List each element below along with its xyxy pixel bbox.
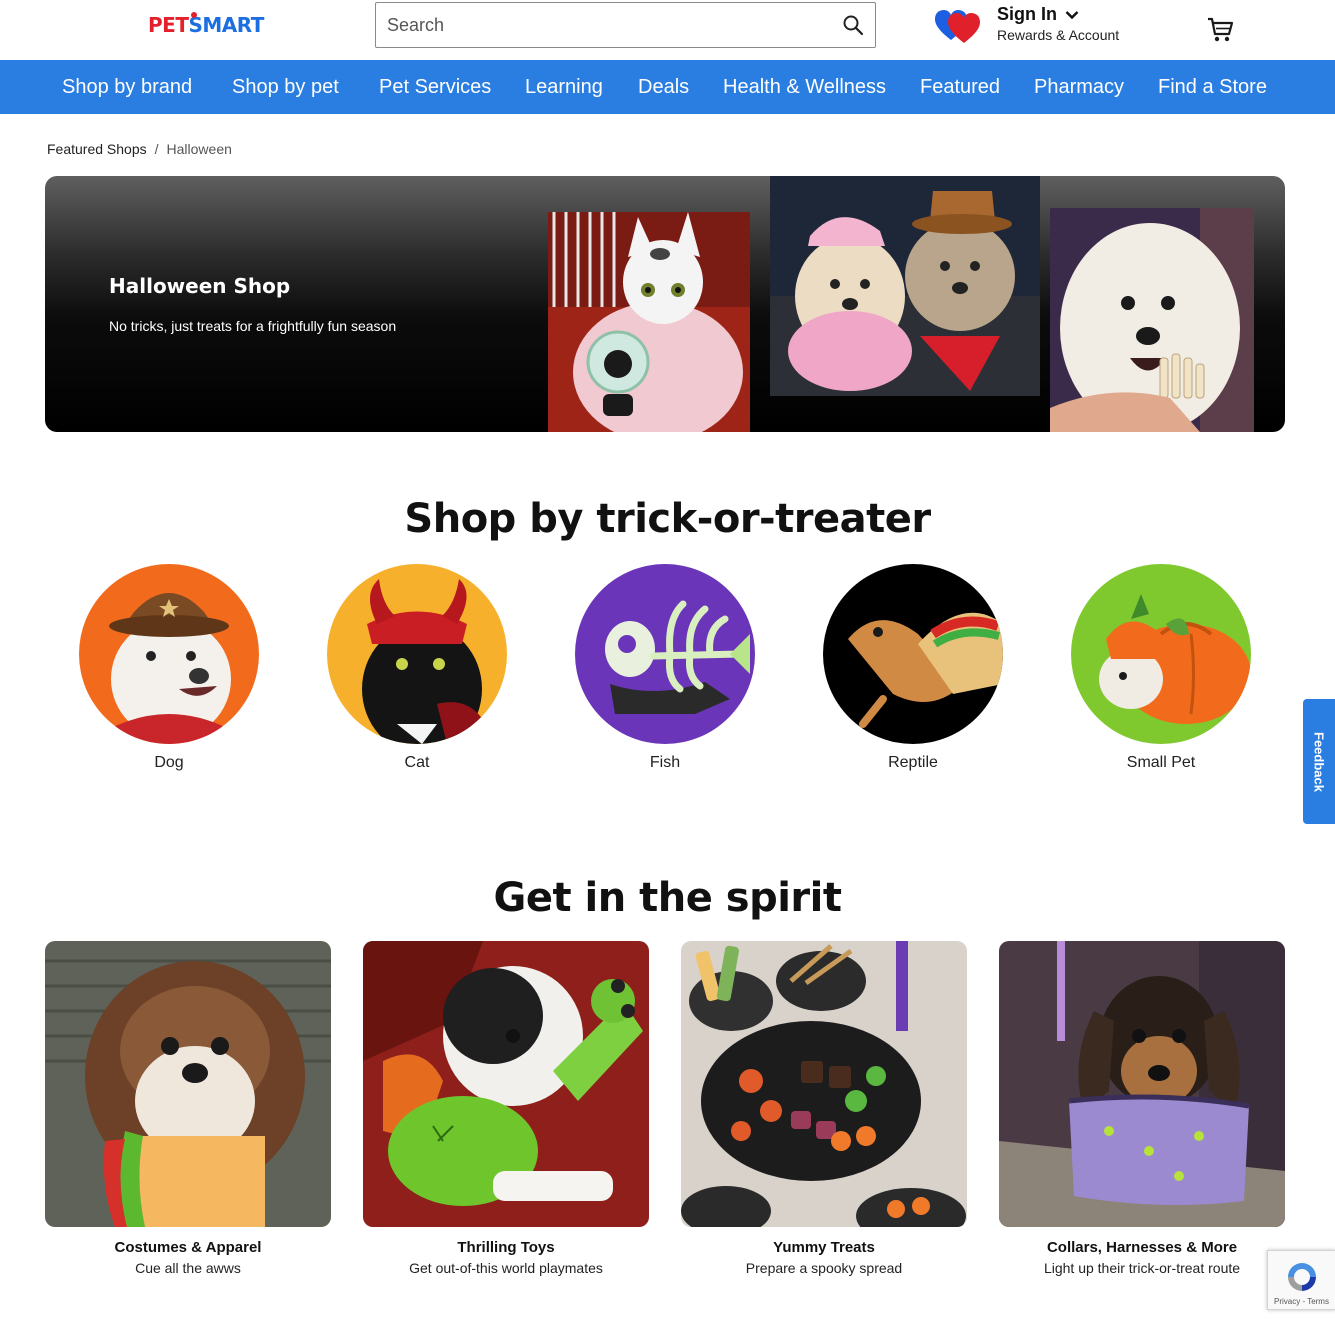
search-bar	[375, 2, 876, 48]
feedback-label: Feedback	[1311, 731, 1327, 792]
nav-item-learning[interactable]: Learning	[525, 60, 603, 114]
spirit-card-collars[interactable]: Collars, Harnesses & More Light up their…	[999, 941, 1285, 1276]
sign-in-label: Sign In	[997, 4, 1057, 24]
recaptcha-badge[interactable]: Privacy - Terms	[1267, 1250, 1335, 1310]
logo-text-pet: PET	[148, 13, 189, 37]
nav-item-shop-by-pet[interactable]: Shop by pet	[232, 60, 339, 114]
card-title-treats: Yummy Treats	[773, 1239, 875, 1256]
search-input[interactable]	[376, 3, 831, 47]
spirit-card-toys[interactable]: Thrilling Toys Get out-of-this world pla…	[363, 941, 649, 1276]
site-header: PETSMART Sign In Rewards & Account	[0, 0, 1335, 60]
logo-text-smart: SMART	[188, 13, 264, 37]
pet-image-cat	[327, 564, 507, 744]
costumes-photo	[45, 941, 331, 1227]
pet-image-reptile	[823, 564, 1003, 744]
pet-label-cat: Cat	[404, 754, 430, 771]
recaptcha-icon	[1288, 1263, 1316, 1291]
hero-cowboy-dogs-photo	[770, 176, 1040, 396]
search-button[interactable]	[831, 3, 875, 47]
hero-title: Halloween Shop	[109, 274, 291, 298]
hero-cat-photo	[548, 212, 750, 432]
pet-image-dog	[79, 564, 259, 744]
nav-item-deals[interactable]: Deals	[638, 60, 689, 114]
recaptcha-links[interactable]: Privacy - Terms	[1274, 1297, 1329, 1306]
spirit-card-treats[interactable]: Yummy Treats Prepare a spooky spread	[681, 941, 967, 1276]
hero-banner: Halloween Shop No tricks, just treats fo…	[45, 176, 1285, 432]
card-subtitle-treats: Prepare a spooky spread	[745, 1260, 903, 1276]
feedback-tab[interactable]: Feedback	[1303, 699, 1335, 824]
card-title-toys: Thrilling Toys	[457, 1239, 555, 1256]
pet-tile-reptile[interactable]: Reptile	[823, 564, 1003, 772]
spirit-section-title: Get in the spirit	[493, 875, 842, 921]
pet-image-small-pet	[1071, 564, 1251, 744]
nav-item-pharmacy[interactable]: Pharmacy	[1034, 60, 1124, 114]
pet-tile-cat[interactable]: Cat	[327, 564, 507, 772]
collars-photo	[999, 941, 1285, 1227]
card-subtitle-costumes: Cue all the awws	[135, 1260, 241, 1276]
sign-in-menu[interactable]: Sign In Rewards & Account	[997, 4, 1119, 43]
breadcrumb-current: Halloween	[166, 141, 232, 157]
card-title-costumes: Costumes & Apparel	[114, 1239, 262, 1256]
pet-label-small-pet: Small Pet	[1126, 754, 1196, 771]
hearts-icon	[935, 10, 980, 43]
petsmart-logo[interactable]: PET SMART	[148, 10, 264, 40]
pet-image-fish	[575, 564, 755, 744]
nav-item-shop-by-brand[interactable]: Shop by brand	[62, 60, 192, 114]
logo-dot-icon	[191, 12, 197, 18]
pet-tile-fish[interactable]: Fish	[575, 564, 755, 772]
nav-item-find-a-store[interactable]: Find a Store	[1158, 60, 1267, 114]
breadcrumb-featured-shops[interactable]: Featured Shops	[47, 141, 147, 157]
search-icon	[843, 15, 864, 36]
toys-photo	[363, 941, 649, 1227]
rewards-account-label: Rewards & Account	[997, 27, 1120, 43]
nav-item-pet-services[interactable]: Pet Services	[379, 60, 491, 114]
pet-tile-small-pet[interactable]: Small Pet	[1071, 564, 1251, 772]
card-title-collars: Collars, Harnesses & More	[1046, 1239, 1238, 1256]
main-nav: Shop by brand Shop by pet Pet Services L…	[0, 60, 1335, 114]
chevron-down-icon	[1065, 10, 1079, 19]
breadcrumb-separator: /	[154, 141, 159, 157]
nav-item-health-wellness[interactable]: Health & Wellness	[723, 60, 886, 114]
cart-icon[interactable]	[1206, 16, 1234, 44]
breadcrumb: Featured Shops / Halloween	[47, 141, 232, 157]
pet-tile-dog[interactable]: Dog	[79, 564, 259, 772]
pet-label-dog: Dog	[154, 754, 184, 771]
pet-label-fish: Fish	[649, 754, 681, 771]
spirit-card-costumes[interactable]: Costumes & Apparel Cue all the awws	[45, 941, 331, 1276]
nav-item-featured[interactable]: Featured	[920, 60, 1000, 114]
card-subtitle-collars: Light up their trick-or-treat route	[1043, 1260, 1241, 1276]
hero-subtitle: No tricks, just treats for a frightfully…	[109, 318, 397, 334]
pet-label-reptile: Reptile	[888, 754, 938, 771]
trick-section-title: Shop by trick-or-treater	[404, 496, 931, 542]
hero-fluffy-dog-photo	[1050, 208, 1254, 432]
card-subtitle-toys: Get out-of-this world playmates	[409, 1260, 603, 1276]
treats-photo	[681, 941, 967, 1227]
